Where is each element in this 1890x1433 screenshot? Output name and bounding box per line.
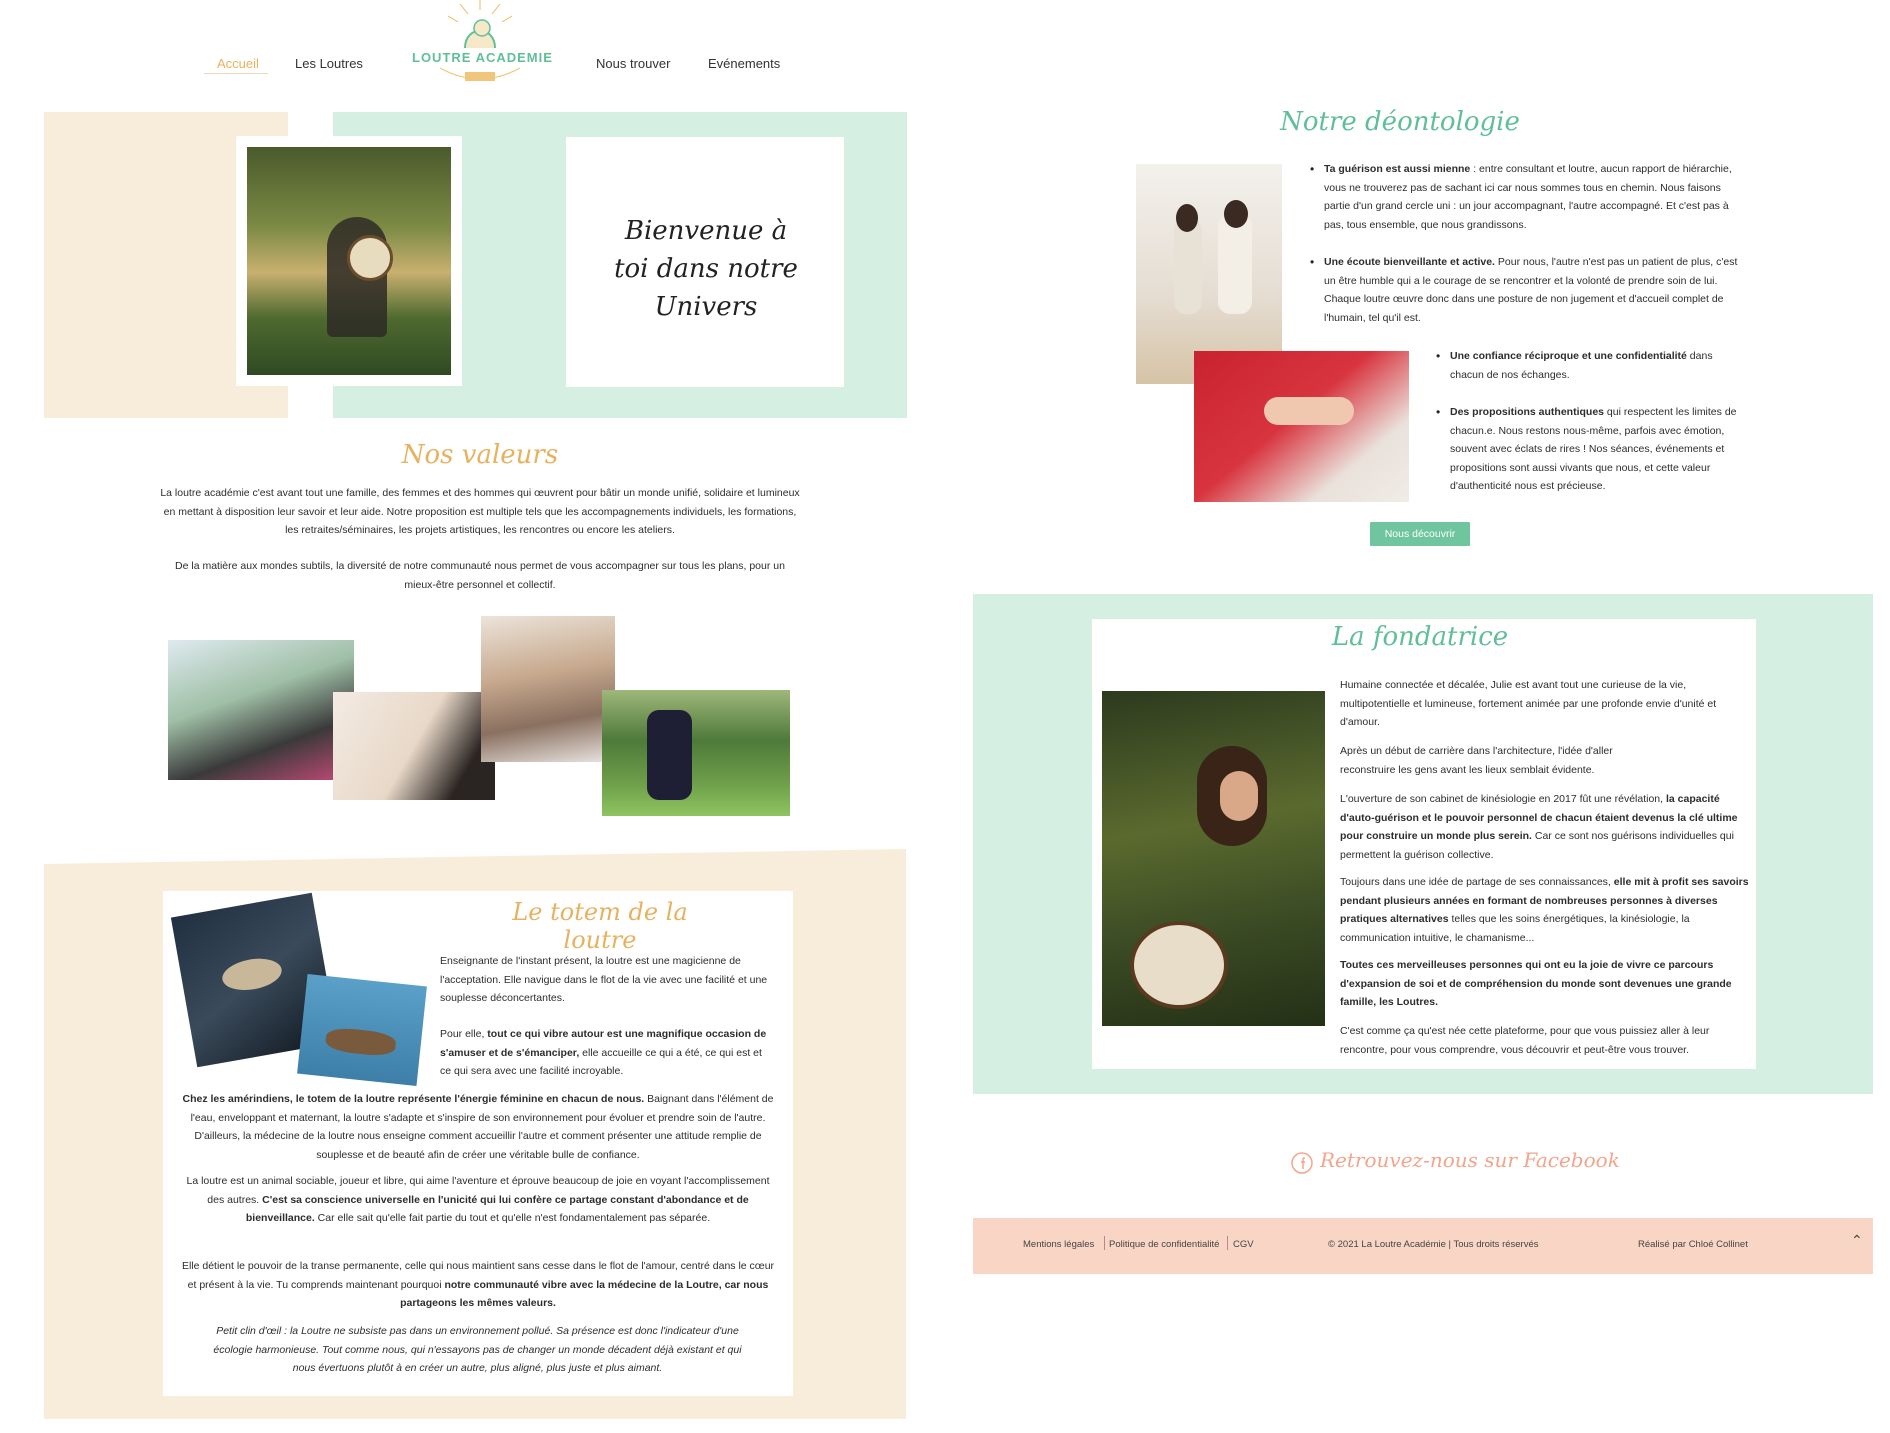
fondatrice-title: La fondatrice: [1331, 622, 1509, 652]
fondatrice-paragraph-1: Humaine connectée et décalée, Julie est …: [1340, 679, 1717, 728]
deontologie-list-top: Ta guérison est aussi mienne : entre con…: [1310, 160, 1750, 327]
deontologie-title: Notre déontologie: [1280, 107, 1520, 137]
fondatrice-paragraph-5: Toutes ces merveilleuses personnes qui o…: [1340, 959, 1732, 1008]
yoga-photo: [481, 616, 615, 762]
totem-paragraph-4: La loutre est un animal sociable, joueur…: [186, 1175, 770, 1224]
totem-paragraph-2: Pour elle, tout ce qui vibre autour est …: [440, 1028, 767, 1077]
valeurs-paragraph-2: De la matière aux mondes subtils, la div…: [175, 560, 785, 591]
massage-photo: [333, 692, 495, 800]
otter-photo-2: [297, 974, 427, 1086]
nous-decouvrir-button[interactable]: Nous découvrir: [1370, 522, 1470, 546]
nav-active-indicator: [204, 73, 268, 74]
footer-link-mentions[interactable]: Mentions légales: [1023, 1239, 1094, 1250]
footer-link-confidentialite[interactable]: Politique de confidentialité: [1109, 1239, 1219, 1250]
valeurs-paragraph-1: La loutre académie c'est avant tout une …: [160, 487, 800, 536]
footer-credit: Réalisé par Chloé Collinet: [1638, 1239, 1748, 1250]
logo-text: LOUTRE ACADEMIE: [412, 50, 553, 65]
totem-title: Le totem de la loutre: [512, 898, 688, 954]
nav-nous-trouver[interactable]: Nous trouver: [596, 56, 670, 71]
logo[interactable]: [410, 0, 550, 90]
welcome-card: Bienvenue à toi dans notre Univers: [566, 137, 844, 387]
deontologie-item: Ta guérison est aussi mienne : entre con…: [1310, 160, 1750, 234]
fondatrice-paragraph-6: C'est comme ça qu'est née cette platefor…: [1340, 1025, 1710, 1056]
nav-accueil[interactable]: Accueil: [217, 56, 259, 71]
chevron-up-icon[interactable]: ⌃: [1851, 1232, 1863, 1249]
valeurs-title: Nos valeurs: [401, 440, 559, 470]
fondatrice-paragraph-4: Toujours dans une idée de partage de ses…: [1340, 876, 1749, 944]
hands-photo: [1194, 351, 1409, 502]
deontologie-list-bottom: Une confiance réciproque et une confiden…: [1436, 347, 1746, 496]
fondatrice-paragraph-2: Après un début de carrière dans l'archit…: [1340, 745, 1613, 776]
totem-paragraph-1: Enseignante de l'instant présent, la lou…: [440, 955, 768, 1004]
deontologie-item: Une écoute bienveillante et active. Pour…: [1310, 253, 1750, 327]
facebook-link[interactable]: Retrouvez-nous sur Facebook: [1290, 1148, 1620, 1178]
logo-emblem-icon: [439, 0, 521, 81]
facebook-icon: [1291, 1152, 1313, 1174]
hero-photo-frame: [236, 136, 462, 386]
group-photo: [168, 640, 354, 780]
welcome-text: Bienvenue à toi dans notre Univers: [614, 216, 798, 322]
footer-copyright: © 2021 La Loutre Académie | Tous droits …: [1328, 1239, 1539, 1250]
fondatrice-photo: [1102, 691, 1325, 1026]
fondatrice-paragraph-3: L'ouverture de son cabinet de kinésiolog…: [1340, 793, 1738, 861]
totem-paragraph-3: Chez les amérindiens, le totem de la lou…: [182, 1093, 774, 1161]
totem-paragraph-5: Elle détient le pouvoir de la transe per…: [181, 1260, 775, 1309]
footer-link-cgv[interactable]: CGV: [1233, 1239, 1254, 1250]
horse-photo: [602, 690, 790, 816]
hero-drum-photo: [247, 147, 451, 375]
deontologie-item: Des propositions authentiques qui respec…: [1436, 403, 1746, 496]
nav-les-loutres[interactable]: Les Loutres: [295, 56, 363, 71]
totem-paragraph-6: Petit clin d'œil : la Loutre ne subsiste…: [213, 1325, 742, 1374]
facebook-label: Retrouvez-nous sur Facebook: [1320, 1148, 1620, 1172]
nav-evenements[interactable]: Evénements: [708, 56, 780, 71]
deontologie-item: Une confiance réciproque et une confiden…: [1436, 347, 1746, 384]
footer: Mentions légales Politique de confidenti…: [973, 1218, 1873, 1274]
